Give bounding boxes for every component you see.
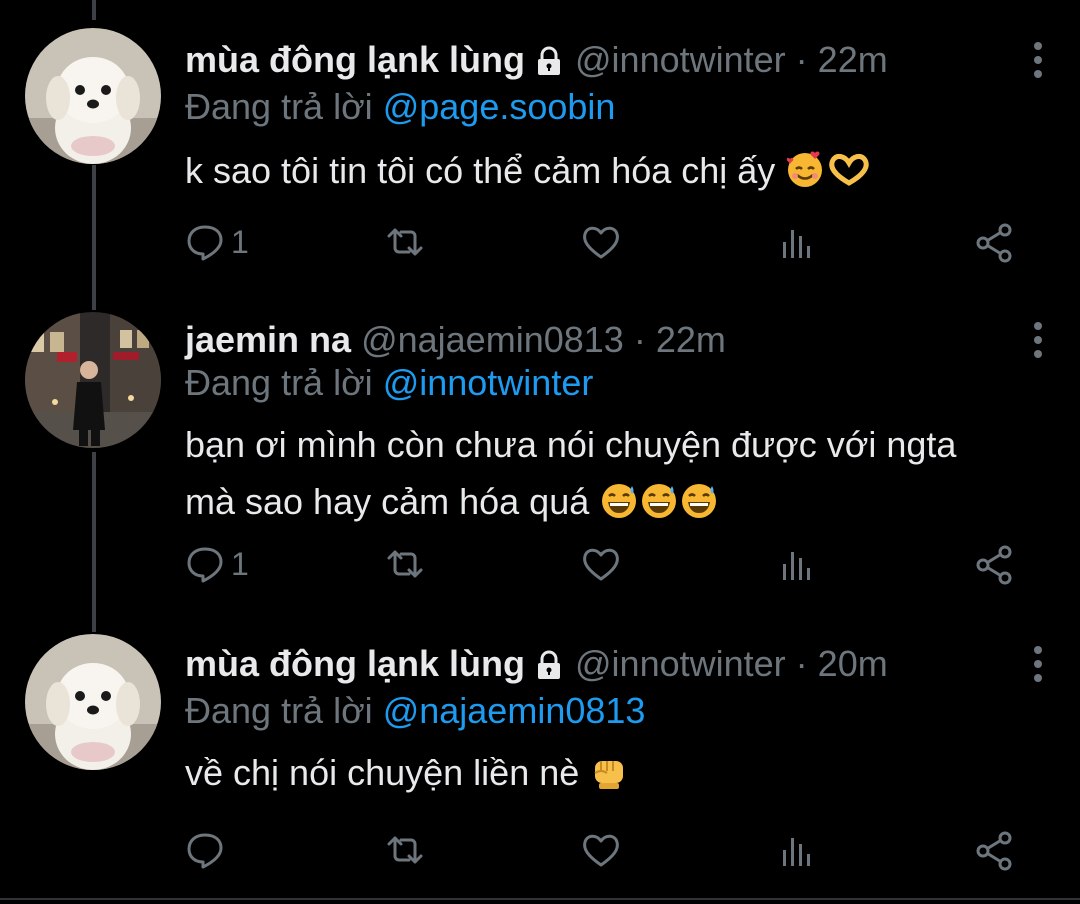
tweet-text: bạn ơi mình còn chưa nói chuyện được với… — [185, 416, 956, 536]
reply-icon — [187, 225, 223, 261]
handle[interactable]: @najaemin0813 — [361, 319, 624, 360]
like-button[interactable] — [580, 222, 622, 262]
heart-icon — [583, 226, 619, 259]
tweet-header: mùa đông lạnk lùng @innotwinter · 20m — [185, 634, 888, 694]
reply-icon — [187, 547, 223, 583]
avatar[interactable] — [25, 28, 161, 164]
more-options-icon[interactable] — [1034, 646, 1044, 688]
share-icon — [976, 545, 1012, 585]
share-icon — [976, 223, 1012, 263]
grinning-face-with-sweat-emoji — [639, 479, 679, 536]
more-options-icon[interactable] — [1034, 42, 1044, 84]
tweet[interactable]: mùa đông lạnk lùng @innotwinter · 20m Đan… — [0, 620, 1080, 904]
more-options-icon[interactable] — [1034, 322, 1044, 364]
views-button[interactable] — [779, 544, 815, 584]
retweet-button[interactable] — [383, 544, 427, 584]
display-name[interactable]: mùa đông lạnk lùng — [185, 39, 525, 80]
tweet-text-body: về chị nói chuyện liền nè — [185, 752, 580, 793]
separator-dot: · — [795, 643, 808, 684]
analytics-icon — [783, 230, 810, 258]
smiling-face-with-hearts-emoji — [785, 148, 825, 205]
share-button[interactable] — [973, 830, 1015, 872]
timestamp[interactable]: 22m — [656, 319, 726, 360]
retweet-icon — [387, 228, 423, 256]
display-name[interactable]: mùa đông lạnk lùng — [185, 643, 525, 684]
handle[interactable]: @innotwinter — [575, 39, 786, 80]
heart-icon — [583, 834, 619, 867]
mention-link[interactable]: @najaemin0813 — [383, 690, 646, 731]
replying-to: Đang trả lời @innotwinter — [185, 358, 593, 408]
replying-to: Đang trả lời @page.soobin — [185, 82, 615, 132]
oncoming-fist-emoji — [589, 750, 629, 807]
share-button[interactable] — [973, 544, 1015, 586]
tweet-text-line: mà sao hay cảm hóa quá — [185, 481, 590, 522]
puppy-avatar-image — [25, 28, 161, 164]
street-photo-avatar-image — [25, 312, 161, 448]
puppy-avatar-image — [25, 634, 161, 770]
tweet-actions: 1 — [185, 544, 1045, 594]
reply-count: 1 — [231, 545, 249, 582]
avatar[interactable] — [25, 312, 161, 448]
reply-count: 1 — [231, 223, 249, 260]
views-button[interactable] — [779, 830, 815, 870]
replying-to-label: Đang trả lời — [185, 86, 373, 127]
reply-button[interactable]: 1 — [185, 544, 249, 584]
tweet[interactable]: mùa đông lạnk lùng @innotwinter · 22m Đan… — [0, 0, 1080, 300]
replying-to-label: Đang trả lời — [185, 362, 373, 403]
tweet-text: k sao tôi tin tôi có thể cảm hóa chị ấy — [185, 142, 873, 205]
display-name[interactable]: jaemin na — [185, 319, 351, 360]
tweet-actions: 1 — [185, 222, 1045, 272]
tweet-text: về chị nói chuyện liền nè — [185, 744, 629, 807]
tweet-text-line: bạn ơi mình còn chưa nói chuyện được với… — [185, 424, 957, 465]
share-icon — [976, 831, 1012, 871]
retweet-button[interactable] — [383, 830, 427, 870]
divider — [0, 898, 1080, 900]
timestamp[interactable]: 22m — [818, 39, 888, 80]
reply-button[interactable]: 1 — [185, 222, 249, 262]
reply-button[interactable] — [185, 830, 231, 870]
mention-link[interactable]: @innotwinter — [383, 362, 594, 403]
like-button[interactable] — [580, 544, 622, 584]
heart-icon — [583, 548, 619, 581]
retweet-icon — [387, 836, 423, 864]
avatar[interactable] — [25, 634, 161, 770]
separator-dot: · — [795, 39, 808, 80]
heart-hands-emoji — [825, 148, 873, 205]
grinning-face-with-sweat-emoji — [679, 479, 719, 536]
analytics-icon — [783, 552, 810, 580]
replying-to: Đang trả lời @najaemin0813 — [185, 686, 645, 736]
handle[interactable]: @innotwinter — [575, 643, 786, 684]
mention-link[interactable]: @page.soobin — [383, 86, 616, 127]
share-button[interactable] — [973, 222, 1015, 264]
reply-icon — [187, 833, 223, 869]
like-button[interactable] — [580, 830, 622, 870]
tweet-text-body: k sao tôi tin tôi có thể cảm hóa chị ấy — [185, 150, 776, 191]
views-button[interactable] — [779, 222, 815, 262]
retweet-button[interactable] — [383, 222, 427, 262]
analytics-icon — [783, 838, 810, 866]
retweet-icon — [387, 550, 423, 578]
tweet-header: mùa đông lạnk lùng @innotwinter · 22m — [185, 30, 888, 90]
tweet-actions — [185, 830, 1045, 880]
tweet[interactable]: jaemin na @najaemin0813 · 22m Đang trả l… — [0, 300, 1080, 620]
grinning-face-with-sweat-emoji — [599, 479, 639, 536]
separator-dot: · — [633, 319, 646, 360]
replying-to-label: Đang trả lời — [185, 690, 373, 731]
timestamp[interactable]: 20m — [818, 643, 888, 684]
